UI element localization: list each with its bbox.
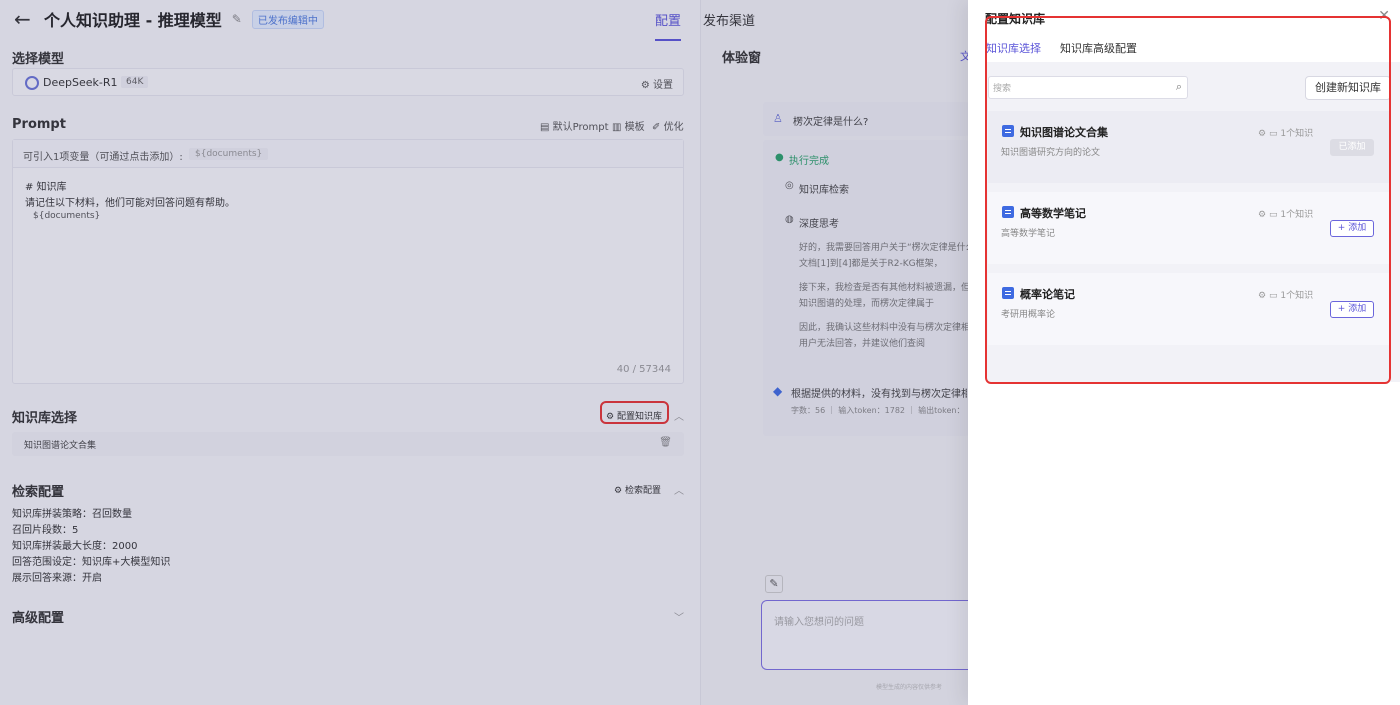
template-icon: ▥ [612,122,622,133]
model-selector[interactable]: DeepSeek-R1 64K ⚙ 设置 [12,68,684,96]
prompt-section-title: Prompt [12,117,66,132]
back-arrow-icon[interactable]: ← [14,7,34,31]
prompt-line-3: ${documents} [33,211,101,221]
check-icon: ● [775,152,784,163]
status-badge: 已发布编辑中 [251,9,324,29]
optimize-icon: ✐ [652,122,661,133]
prompt-editor[interactable]: 可引入1项变量（可通过点击添加）: ${documents} # 知识库 请记住… [12,139,684,384]
advanced-section-title: 高级配置 [12,611,65,626]
template-button[interactable]: ▥ 模板 [612,118,645,133]
prompt-line-2: 请记住以下材料，他们可能对回答问题有帮助。 [25,198,235,209]
answer-card: ● 执行完成 ◎ 知识库检索 ◍ 深度思考 好的，我需要回答用户关于“楞次定律是… [763,140,1015,436]
user-icon: ♙ [773,112,783,125]
model-name: DeepSeek-R1 [43,76,118,89]
tab-publish[interactable]: 发布渠道 [703,10,755,29]
model-settings-button[interactable]: ⚙ 设置 [641,76,673,91]
selected-kb-name: 知识图谱论文合集 [24,441,97,451]
variable-chip[interactable]: ${documents} [189,148,269,160]
retrieval-line: 回答范围设定：知识库+大模型知识 [12,557,171,568]
model-icon [25,75,39,90]
default-prompt-button[interactable]: ▤ 默认Prompt [540,118,609,133]
optimize-button[interactable]: ✐ 优化 [652,118,684,133]
preview-title: 体验窗 [722,51,762,66]
variable-hint: 可引入1项变量（可通过点击添加）: [23,152,183,163]
retrieval-line: 展示回答来源：开启 [12,573,102,584]
gear-icon: ⚙ [614,486,623,496]
kb-config-drawer: 配置知识库 ✕ 知识库选择 知识库高级配置 搜索 ⌕ 创建新知识库 知识图谱论文… [968,0,1400,705]
config-panel: ← 个人知识助理 - 推理模型 ✎ 已发布编辑中 配置 选择模型 DeepSee… [0,0,700,705]
tab-config[interactable]: 配置 [655,10,682,41]
kb-section-title: 知识库选择 [12,411,78,426]
assistant-logo-icon: ◆ [773,384,783,398]
search-step-icon: ◎ [785,180,794,191]
preview-panel: 发布渠道 体验窗 文 ♙ 楞次定律是什么? ● 执行完成 ◎ 知识库检索 ◍ 深… [700,0,1015,705]
highlight-drawer [985,16,1391,384]
page-title: 个人知识助理 - 推理模型 [44,11,222,30]
status-text: 执行完成 [789,156,829,167]
think-icon: ◍ [785,214,794,225]
chat-input[interactable]: 请输入您想问的问题 [761,600,969,670]
answer-text: 根据提供的材料，没有找到与楞次定律相关的 [791,389,967,400]
variable-bar: 可引入1项变量（可通过点击添加）: ${documents} [13,140,683,168]
kb-search-step[interactable]: 知识库检索 [799,181,849,196]
chevron-up-icon[interactable]: ︿ [674,408,684,423]
gear-icon: ⚙ [640,80,650,91]
chevron-down-icon[interactable]: ﹀ [674,609,684,624]
char-counter: 40 / 57344 [616,364,671,375]
retrieval-line: 召回片段数：5 [12,525,79,536]
deep-think-step[interactable]: 深度思考 [799,215,839,230]
retrieval-line: 知识库拼装策略：召回数量 [12,509,132,520]
selected-kb-row: 知识图谱论文合集 🗑 [12,432,684,456]
highlight-config-kb [600,401,669,424]
user-question-bubble: ♙ 楞次定律是什么? [763,102,969,136]
new-chat-icon[interactable]: ✎ [765,575,783,593]
model-section-title: 选择模型 [12,52,65,67]
footer-note: 模型生成的内容仅供参考 [876,684,943,691]
prompt-line-1: # 知识库 [25,182,67,193]
chat-input-placeholder: 请输入您想问的问题 [774,617,864,628]
page-header: ← 个人知识助理 - 推理模型 ✎ 已发布编辑中 [14,6,324,32]
retrieval-section-title: 检索配置 [12,485,65,500]
user-question: 楞次定律是什么? [793,117,869,128]
answer-meta: 字数：56 ｜ 输入token：1782 ｜ 输出token： [791,406,965,415]
context-badge: 64K [121,76,149,88]
edit-icon[interactable]: ✎ [232,12,242,26]
retrieval-config-button[interactable]: ⚙ 检索配置 [614,483,661,496]
doc-icon: ▤ [540,122,550,133]
retrieval-line: 知识库拼装最大长度：2000 [12,541,138,552]
trash-icon[interactable]: 🗑 [659,437,672,448]
chevron-up-icon[interactable]: ︿ [674,482,684,497]
